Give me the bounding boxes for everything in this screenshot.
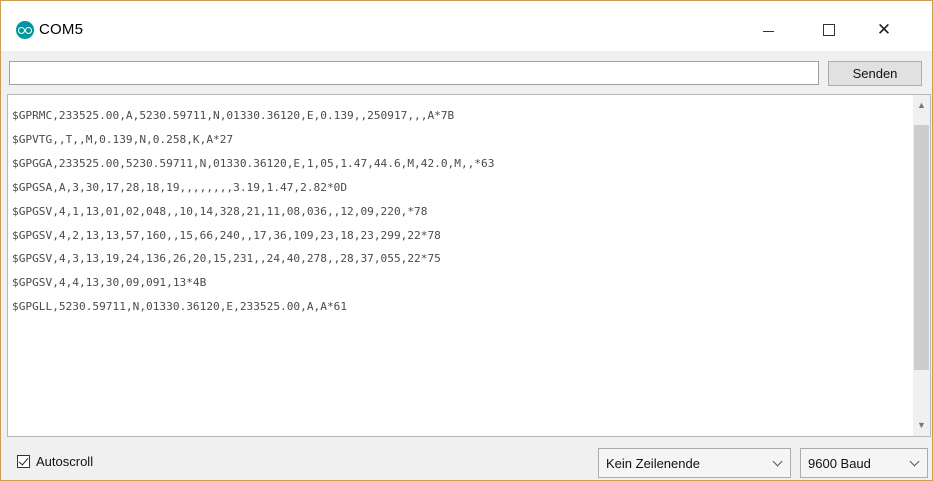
- autoscroll-label: Autoscroll: [36, 454, 94, 469]
- output-line: $GPGSV,4,2,13,13,57,160,,15,66,240,,17,3…: [12, 229, 441, 242]
- chevron-down-icon: [772, 456, 783, 467]
- scroll-down-icon[interactable]: ▼: [913, 417, 930, 434]
- output-line: $GPRMC,233525.00,A,5230.59711,N,01330.36…: [12, 110, 455, 122]
- line-ending-select[interactable]: Kein Zeilenende: [598, 448, 791, 478]
- close-button[interactable]: ✕: [864, 15, 904, 45]
- baud-rate-value: 9600 Baud: [808, 455, 871, 471]
- output-line: $GPGSV,4,4,13,30,09,091,13*4B: [12, 277, 207, 290]
- output-line: $GPGSV,4,1,13,01,02,048,,10,14,328,21,11…: [12, 205, 428, 218]
- autoscroll-toggle[interactable]: Autoscroll: [17, 454, 93, 469]
- baud-rate-select[interactable]: 9600 Baud: [800, 448, 928, 478]
- output-line: $GPGGA,233525.00,5230.59711,N,01330.3612…: [12, 157, 495, 170]
- serial-monitor-window: COM5 ✕ Senden $GPRMC,233525.00,A,5230.59…: [0, 0, 933, 481]
- output-line: $GPGSA,A,3,30,17,28,18,19,,,,,,,,3.19,1.…: [12, 181, 348, 194]
- serial-output[interactable]: $GPRMC,233525.00,A,5230.59711,N,01330.36…: [7, 94, 931, 437]
- scroll-thumb[interactable]: [914, 125, 929, 370]
- close-icon: ✕: [876, 20, 892, 39]
- send-input[interactable]: [9, 61, 819, 85]
- minimize-icon: [762, 30, 774, 32]
- window-title: COM5: [39, 21, 84, 38]
- arduino-icon: [16, 21, 34, 39]
- title-bar[interactable]: COM5 ✕: [1, 1, 932, 51]
- autoscroll-checkbox[interactable]: [17, 455, 30, 468]
- send-button[interactable]: Senden: [828, 61, 922, 86]
- line-ending-value: Kein Zeilenende: [606, 455, 700, 471]
- output-line: $GPVTG,,T,,M,0.139,N,0.258,K,A*27: [12, 133, 234, 146]
- output-lines: $GPRMC,233525.00,A,5230.59711,N,01330.36…: [12, 105, 902, 320]
- output-line: $GPGSV,4,3,13,19,24,136,26,20,15,231,,24…: [12, 253, 441, 266]
- maximize-button[interactable]: [809, 15, 849, 45]
- vertical-scrollbar[interactable]: ▲ ▼: [913, 95, 930, 436]
- chevron-down-icon: [909, 456, 920, 467]
- minimize-button[interactable]: [748, 15, 788, 45]
- scroll-up-icon[interactable]: ▲: [913, 97, 930, 114]
- output-line: $GPGLL,5230.59711,N,01330.36120,E,233525…: [12, 301, 348, 314]
- maximize-icon: [823, 24, 835, 36]
